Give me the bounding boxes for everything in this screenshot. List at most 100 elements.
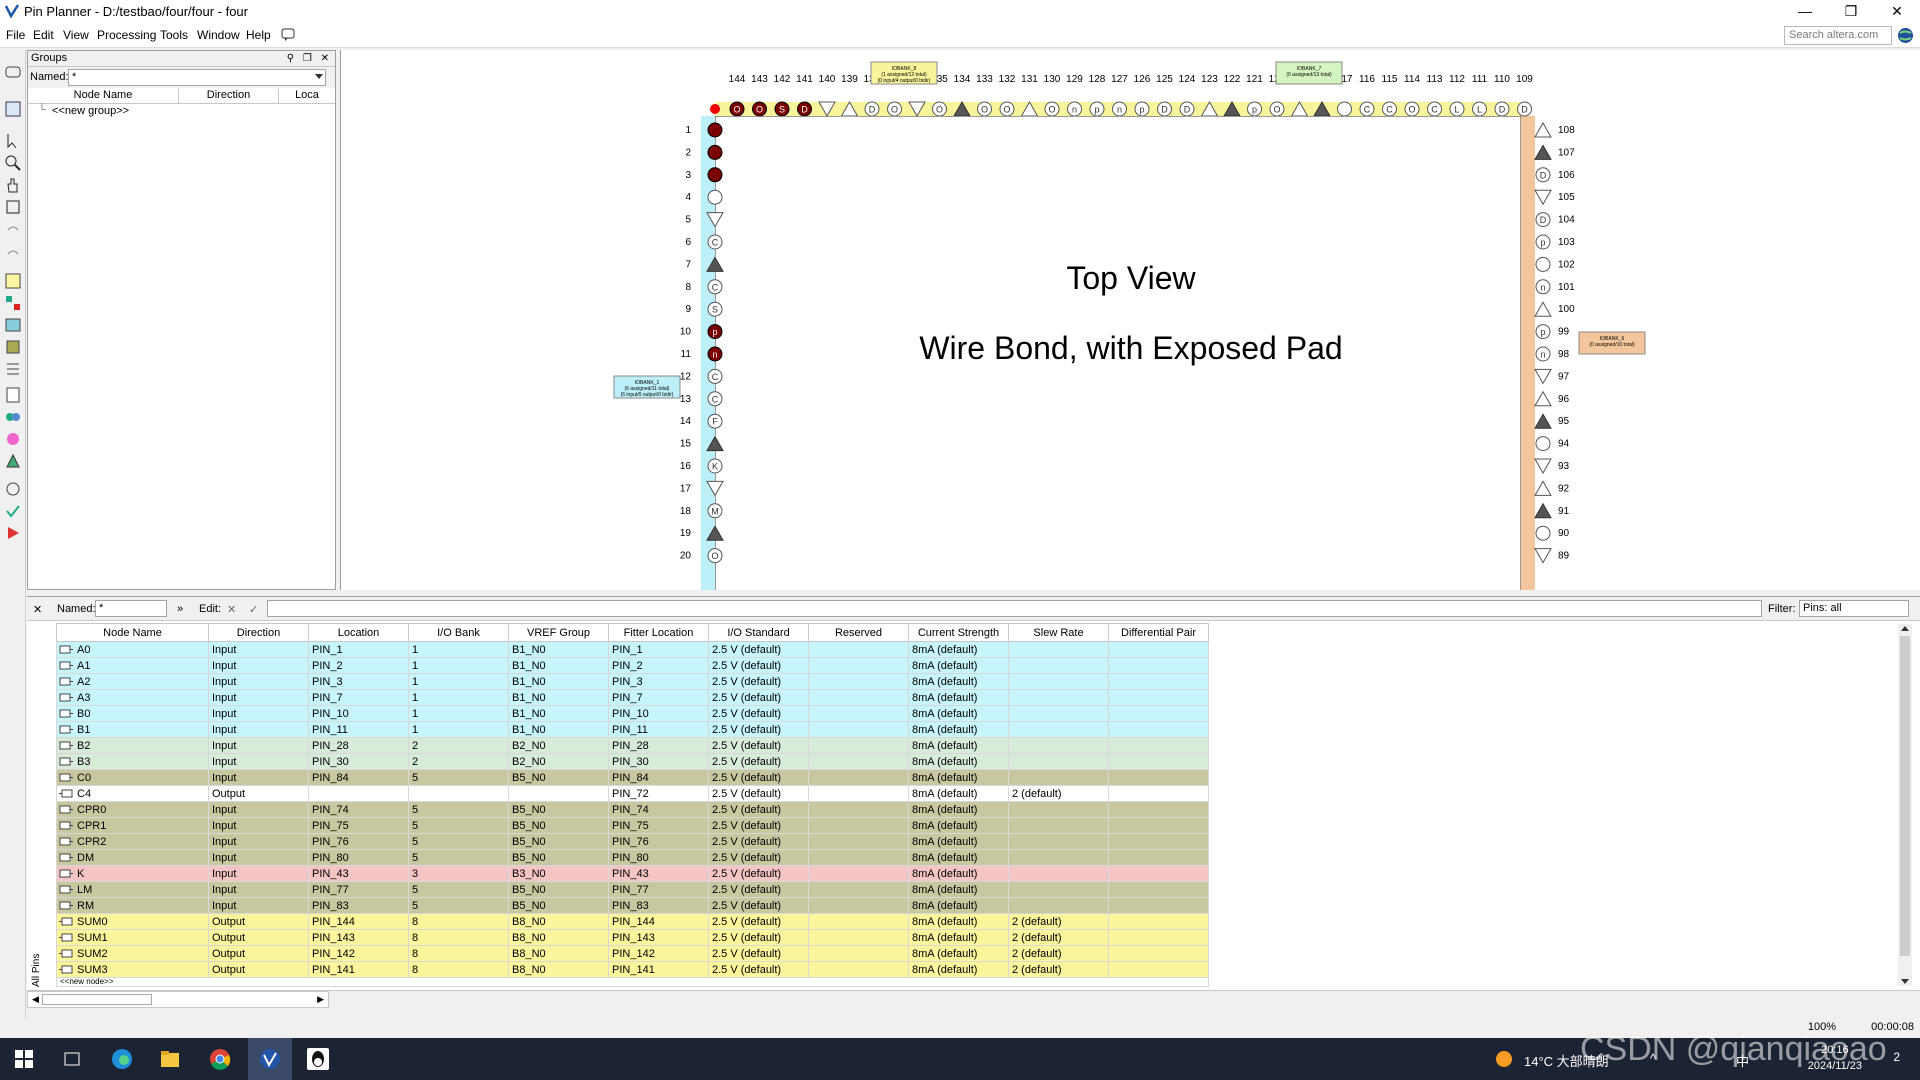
cell-diff[interactable] <box>1108 673 1209 690</box>
weather-icon[interactable] <box>1494 1049 1514 1069</box>
cell-loc[interactable]: PIN_80 <box>308 849 409 866</box>
cell-cur[interactable]: 8mA (default) <box>908 785 1009 802</box>
cell-res[interactable] <box>808 753 909 770</box>
table-row[interactable]: CPR2 Input PIN_76 5 B5_N0 PIN_76 2.5 V (defaul… <box>56 833 1209 850</box>
cell-res[interactable] <box>808 897 909 914</box>
col-slew-rate[interactable]: Slew Rate <box>1008 623 1109 642</box>
cell-std[interactable]: 2.5 V (default) <box>708 817 809 834</box>
cell-cur[interactable]: 8mA (default) <box>908 945 1009 962</box>
table-row[interactable]: CPR1 Input PIN_75 5 B5_N0 PIN_75 2.5 V (defaul… <box>56 817 1209 834</box>
cell-std[interactable]: 2.5 V (default) <box>708 849 809 866</box>
cell-loc[interactable]: PIN_2 <box>308 657 409 674</box>
cell-cur[interactable]: 8mA (default) <box>908 849 1009 866</box>
io-assign-icon[interactable] <box>4 452 22 470</box>
cell-vref[interactable]: B2_N0 <box>508 737 609 754</box>
cell-std[interactable]: 2.5 V (default) <box>708 865 809 882</box>
pin-grid-icon[interactable] <box>4 272 22 290</box>
cell-res[interactable] <box>808 817 909 834</box>
cell-diff[interactable] <box>1108 849 1209 866</box>
restore-button[interactable]: ❐ <box>1828 0 1874 24</box>
cell-name[interactable]: A3 <box>56 689 209 706</box>
col-node-name[interactable]: Node Name <box>56 623 209 642</box>
cell-cur[interactable]: 8mA (default) <box>908 865 1009 882</box>
cell-name[interactable]: CPR2 <box>56 833 209 850</box>
cell-std[interactable]: 2.5 V (default) <box>708 721 809 738</box>
cell-cur[interactable]: 8mA (default) <box>908 705 1009 722</box>
scroll-thumb[interactable] <box>1900 636 1910 956</box>
cell-cur[interactable]: 8mA (default) <box>908 929 1009 946</box>
cell-bank[interactable]: 5 <box>408 897 509 914</box>
cell-bank[interactable]: 8 <box>408 929 509 946</box>
cell-name[interactable]: A1 <box>56 657 209 674</box>
cell-bank[interactable]: 8 <box>408 913 509 930</box>
table-row[interactable]: A3 Input PIN_7 1 B1_N0 PIN_7 2.5 V (default) 8m… <box>56 689 1209 706</box>
cell-res[interactable] <box>808 657 909 674</box>
cell-std[interactable]: 2.5 V (default) <box>708 641 809 658</box>
close-panel-icon[interactable]: ✕ <box>33 603 42 616</box>
cell-cur[interactable]: 8mA (default) <box>908 673 1009 690</box>
cell-fit[interactable]: PIN_30 <box>608 753 709 770</box>
cell-res[interactable] <box>808 737 909 754</box>
cell-loc[interactable]: PIN_77 <box>308 881 409 898</box>
cell-bank[interactable]: 2 <box>408 753 509 770</box>
cell-bank[interactable]: 1 <box>408 641 509 658</box>
cell-loc[interactable]: PIN_76 <box>308 833 409 850</box>
groups-named-combo[interactable]: * <box>68 69 326 86</box>
table-row[interactable]: K Input PIN_43 3 B3_N0 PIN_43 2.5 V (default) 8… <box>56 865 1209 882</box>
cell-std[interactable]: 2.5 V (default) <box>708 801 809 818</box>
cell-loc[interactable]: PIN_84 <box>308 769 409 786</box>
cell-diff[interactable] <box>1108 897 1209 914</box>
cell-vref[interactable]: B3_N0 <box>508 865 609 882</box>
cell-slew[interactable] <box>1008 801 1109 818</box>
cell-name[interactable]: B2 <box>56 737 209 754</box>
cell-slew[interactable] <box>1008 897 1109 914</box>
cell-res[interactable] <box>808 929 909 946</box>
cell-std[interactable]: 2.5 V (default) <box>708 705 809 722</box>
cell-cur[interactable]: 8mA (default) <box>908 657 1009 674</box>
cell-slew[interactable] <box>1008 673 1109 690</box>
cell-loc[interactable]: PIN_74 <box>308 801 409 818</box>
cell-fit[interactable]: PIN_80 <box>608 849 709 866</box>
cell-name[interactable]: RM <box>56 897 209 914</box>
menu-processing[interactable]: Processing <box>97 28 156 42</box>
col-current-strength[interactable]: Current Strength <box>908 623 1009 642</box>
cell-diff[interactable] <box>1108 865 1209 882</box>
cell-dir[interactable]: Input <box>208 881 309 898</box>
cell-dir[interactable]: Output <box>208 785 309 802</box>
table-row[interactable]: A1 Input PIN_2 1 B1_N0 PIN_2 2.5 V (default) 8m… <box>56 657 1209 674</box>
table-row[interactable]: SUM3 Output PIN_141 8 B8_N0 PIN_141 2.5 V (def… <box>56 961 1209 978</box>
cell-name[interactable]: SUM1 <box>56 929 209 946</box>
cell-cur[interactable]: 8mA (default) <box>908 961 1009 978</box>
cell-dir[interactable]: Output <box>208 929 309 946</box>
col-direction[interactable]: Direction <box>208 623 309 642</box>
cell-std[interactable]: 2.5 V (default) <box>708 897 809 914</box>
palette-icon[interactable] <box>4 430 22 448</box>
cell-res[interactable] <box>808 689 909 706</box>
groups-col-location[interactable]: Loca <box>279 89 335 104</box>
cancel-edit-icon[interactable]: ✕ <box>227 603 236 616</box>
cell-name[interactable]: C4 <box>56 785 209 802</box>
scroll-up-icon[interactable] <box>1901 626 1909 631</box>
package-icon[interactable] <box>4 338 22 356</box>
run-icon[interactable] <box>4 524 22 542</box>
diff-pin-icon[interactable] <box>4 408 22 426</box>
cell-diff[interactable] <box>1108 817 1209 834</box>
cell-res[interactable] <box>808 961 909 978</box>
cell-loc[interactable]: PIN_75 <box>308 817 409 834</box>
edit-input[interactable] <box>267 600 1762 617</box>
new-node-row[interactable]: <<new node>> <box>56 977 1209 987</box>
tasks-icon[interactable] <box>4 64 22 82</box>
cell-res[interactable] <box>808 801 909 818</box>
zoom-icon[interactable] <box>4 154 22 172</box>
cell-slew[interactable]: 2 (default) <box>1008 913 1109 930</box>
cell-loc[interactable]: PIN_83 <box>308 897 409 914</box>
cell-name[interactable]: B0 <box>56 705 209 722</box>
cell-slew[interactable]: 2 (default) <box>1008 961 1109 978</box>
cell-slew[interactable] <box>1008 721 1109 738</box>
cell-res[interactable] <box>808 641 909 658</box>
cell-cur[interactable]: 8mA (default) <box>908 881 1009 898</box>
cell-vref[interactable]: B5_N0 <box>508 769 609 786</box>
groups-new-group-row[interactable]: └ <<new group>> <box>28 104 335 118</box>
cell-cur[interactable]: 8mA (default) <box>908 817 1009 834</box>
cell-name[interactable]: SUM0 <box>56 913 209 930</box>
